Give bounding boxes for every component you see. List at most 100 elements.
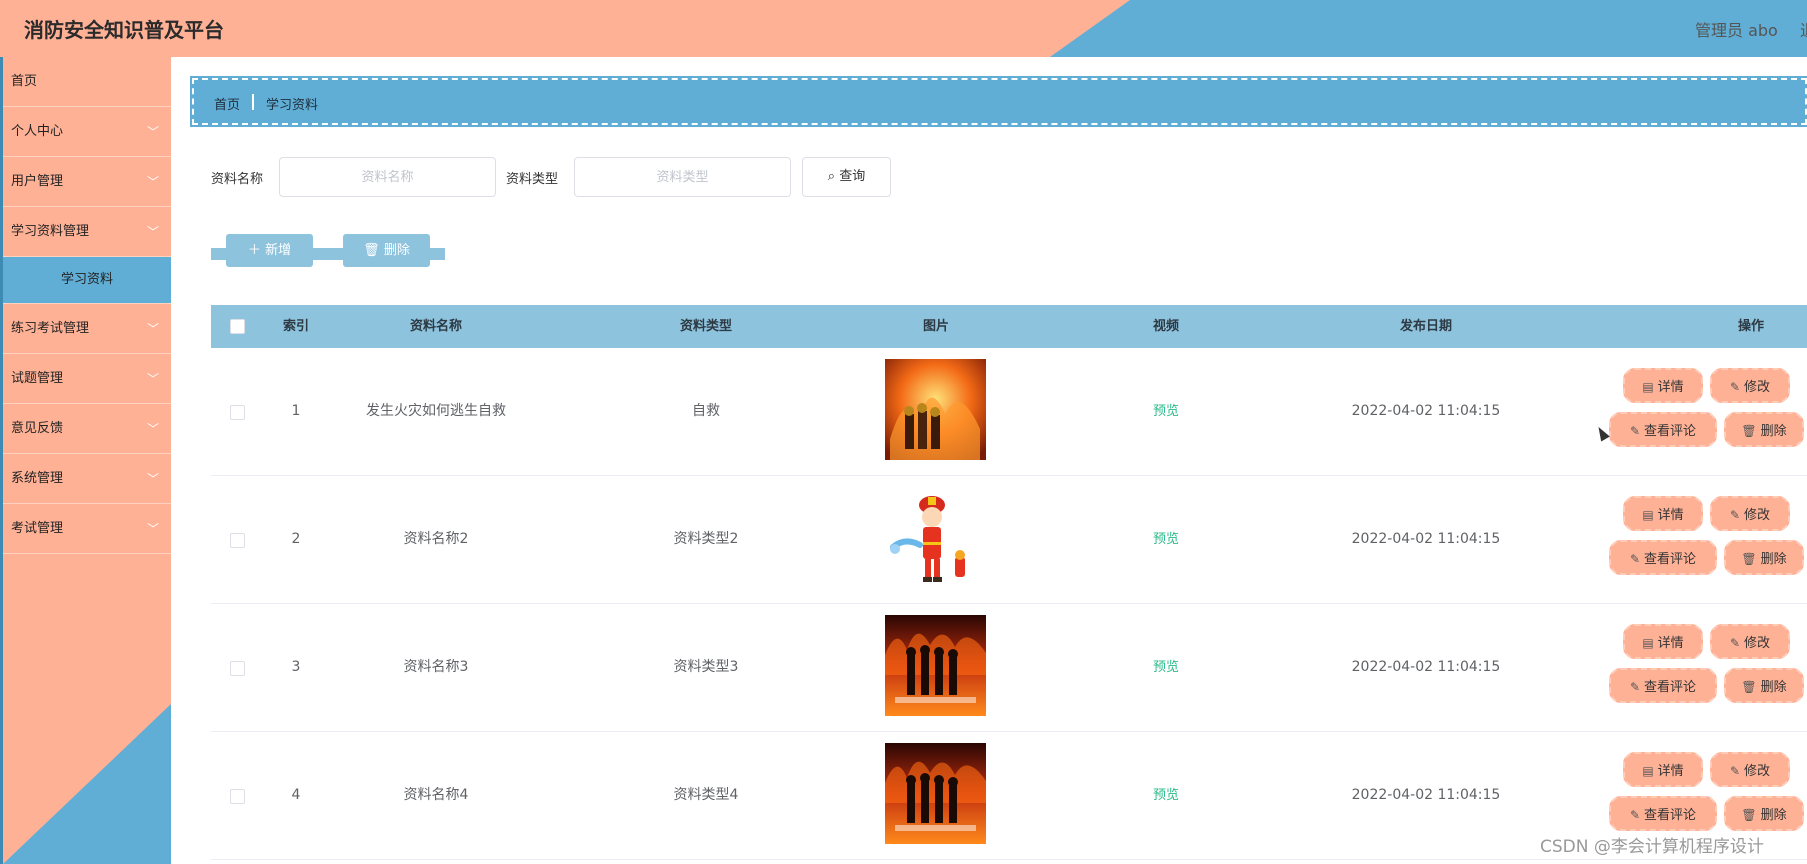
sidebar-item-exam-management[interactable]: 考试管理 ﹀ (3, 504, 171, 554)
row-checkbox[interactable] (230, 533, 245, 548)
chevron-up-icon: ﹀ (146, 225, 159, 239)
delete-button[interactable]: 🗑 删除 (1724, 668, 1804, 703)
comments-label: 查看评论 (1644, 680, 1697, 695)
thumbnail-cartoon-firefighter-child[interactable] (885, 487, 986, 588)
video-preview-link[interactable]: 预览 (1081, 604, 1251, 731)
detail-label: 详情 (1657, 636, 1684, 651)
edit-button[interactable]: ✎ 修改 (1710, 624, 1790, 659)
detail-button[interactable]: ▤ 详情 (1623, 368, 1703, 403)
logout-link[interactable]: 退 (1800, 17, 1807, 41)
sidebar-item-question-management[interactable]: 试题管理 ﹀ (3, 354, 171, 404)
sidebar-item-label: 考试管理 (11, 521, 64, 536)
cell-index: 1 (291, 403, 301, 419)
cell-date: 2022-04-02 11:04:15 (1351, 531, 1501, 547)
material-type-input[interactable] (574, 157, 791, 197)
pencil-icon: ✎ (1629, 808, 1641, 822)
edit-button[interactable]: ✎ 修改 (1710, 752, 1790, 787)
delete-button[interactable]: 🗑 删除 (1724, 540, 1804, 575)
table-row: 3 资料名称3 资料类型3 预览 2022-04-02 11:04:15 ▤ 详情… (211, 604, 1807, 732)
view-comments-button[interactable]: ✎ 查看评论 (1609, 796, 1717, 831)
row-checkbox[interactable] (230, 405, 245, 420)
breadcrumb-home[interactable]: 首页 (214, 94, 240, 113)
add-button-label: 新增 (265, 243, 292, 258)
cell-date: 2022-04-02 11:04:15 (1351, 403, 1501, 419)
trash-icon: 🗑 (1741, 680, 1757, 694)
thumbnail-firefighters-silhouette-flames[interactable] (885, 743, 986, 844)
cell-date: 2022-04-02 11:04:15 (1351, 787, 1501, 803)
comments-label: 查看评论 (1644, 808, 1697, 823)
watermark-text: CSDN @李会计算机程序设计 (1540, 837, 1764, 857)
pencil-icon: ✎ (1729, 764, 1741, 778)
sidebar-item-home[interactable]: 首页 (3, 57, 171, 107)
breadcrumb: 首页 学习资料 (190, 76, 1807, 127)
search-icon: ⌕ (827, 169, 836, 184)
add-button[interactable]: ＋ 新增 (226, 234, 313, 267)
header-blue-band (1050, 0, 1807, 57)
row-checkbox[interactable] (230, 661, 245, 676)
thumbnail-firefighters-spraying-fire[interactable] (885, 359, 986, 460)
delete-label: 删除 (1760, 808, 1787, 823)
sidebar-item-study-material-management[interactable]: 学习资料管理 ﹀ (3, 207, 171, 257)
detail-label: 详情 (1657, 508, 1684, 523)
sidebar-item-practice-exam-management[interactable]: 练习考试管理 ﹀ (3, 304, 171, 354)
view-comments-button[interactable]: ✎ 查看评论 (1609, 412, 1717, 447)
comments-label: 查看评论 (1644, 424, 1697, 439)
sidebar-item-label: 练习考试管理 (11, 321, 90, 336)
edit-button[interactable]: ✎ 修改 (1710, 496, 1790, 531)
chevron-down-icon: ﹀ (146, 522, 159, 536)
table-header: 索引 资料名称 资料类型 图片 视频 发布日期 操作 (211, 305, 1807, 348)
delete-button[interactable]: 🗑 删除 (1724, 796, 1804, 831)
delete-label: 删除 (1760, 680, 1787, 695)
comments-label: 查看评论 (1644, 552, 1697, 567)
sidebar-item-user-management[interactable]: 用户管理 ﹀ (3, 157, 171, 207)
app-title: 消防安全知识普及平台 (24, 18, 224, 42)
material-name-input[interactable] (279, 157, 496, 197)
row-checkbox[interactable] (230, 789, 245, 804)
video-preview-link[interactable]: 预览 (1081, 348, 1251, 475)
sidebar-item-feedback[interactable]: 意见反馈 ﹀ (3, 404, 171, 454)
chevron-down-icon: ﹀ (146, 422, 159, 436)
detail-button[interactable]: ▤ 详情 (1623, 496, 1703, 531)
chevron-down-icon: ﹀ (146, 372, 159, 386)
cell-index: 3 (291, 659, 301, 675)
sidebar-item-personal-center[interactable]: 个人中心 ﹀ (3, 107, 171, 157)
detail-button[interactable]: ▤ 详情 (1623, 752, 1703, 787)
delete-button[interactable]: 🗑 删除 (1724, 412, 1804, 447)
delete-button-tail (430, 248, 445, 260)
video-preview-link[interactable]: 预览 (1081, 732, 1251, 859)
detail-button[interactable]: ▤ 详情 (1623, 624, 1703, 659)
thumbnail-firefighters-silhouette-flames[interactable] (885, 615, 986, 716)
sidebar-item-system-management[interactable]: 系统管理 ﹀ (3, 454, 171, 504)
delete-label: 删除 (1760, 552, 1787, 567)
plus-icon: ＋ (247, 243, 261, 258)
column-header-image: 图片 (922, 319, 949, 334)
edit-label: 修改 (1744, 380, 1771, 395)
edit-button[interactable]: ✎ 修改 (1710, 368, 1790, 403)
cell-index: 2 (291, 531, 301, 547)
select-all-checkbox[interactable] (230, 319, 245, 334)
cell-date: 2022-04-02 11:04:15 (1351, 659, 1501, 675)
breadcrumb-current: 学习资料 (266, 98, 319, 113)
delete-button-tab (313, 248, 343, 260)
column-header-video: 视频 (1152, 319, 1179, 334)
view-comments-button[interactable]: ✎ 查看评论 (1609, 668, 1717, 703)
document-icon: ▤ (1642, 508, 1654, 522)
pencil-icon: ✎ (1729, 636, 1741, 650)
cell-name: 发生火灾如何逃生自救 (366, 403, 506, 419)
edit-label: 修改 (1744, 636, 1771, 651)
column-header-date: 发布日期 (1399, 319, 1452, 334)
pencil-icon: ✎ (1629, 552, 1641, 566)
view-comments-button[interactable]: ✎ 查看评论 (1609, 540, 1717, 575)
sidebar-item-label: 学习资料管理 (11, 224, 90, 239)
admin-user-label[interactable]: 管理员 abo (1695, 17, 1778, 41)
edit-label: 修改 (1744, 508, 1771, 523)
video-preview-link[interactable]: 预览 (1081, 476, 1251, 603)
material-name-label: 资料名称 (211, 172, 264, 187)
cell-type: 资料类型4 (673, 787, 739, 803)
sidebar-subitem-study-material[interactable]: 学习资料 (3, 257, 171, 304)
query-button[interactable]: ⌕ 查询 (802, 157, 891, 197)
trash-icon: 🗑 (1741, 808, 1757, 822)
trash-icon: 🗑 (1741, 424, 1757, 438)
batch-delete-button[interactable]: 🗑 删除 (343, 234, 430, 267)
breadcrumb-separator (252, 94, 254, 110)
